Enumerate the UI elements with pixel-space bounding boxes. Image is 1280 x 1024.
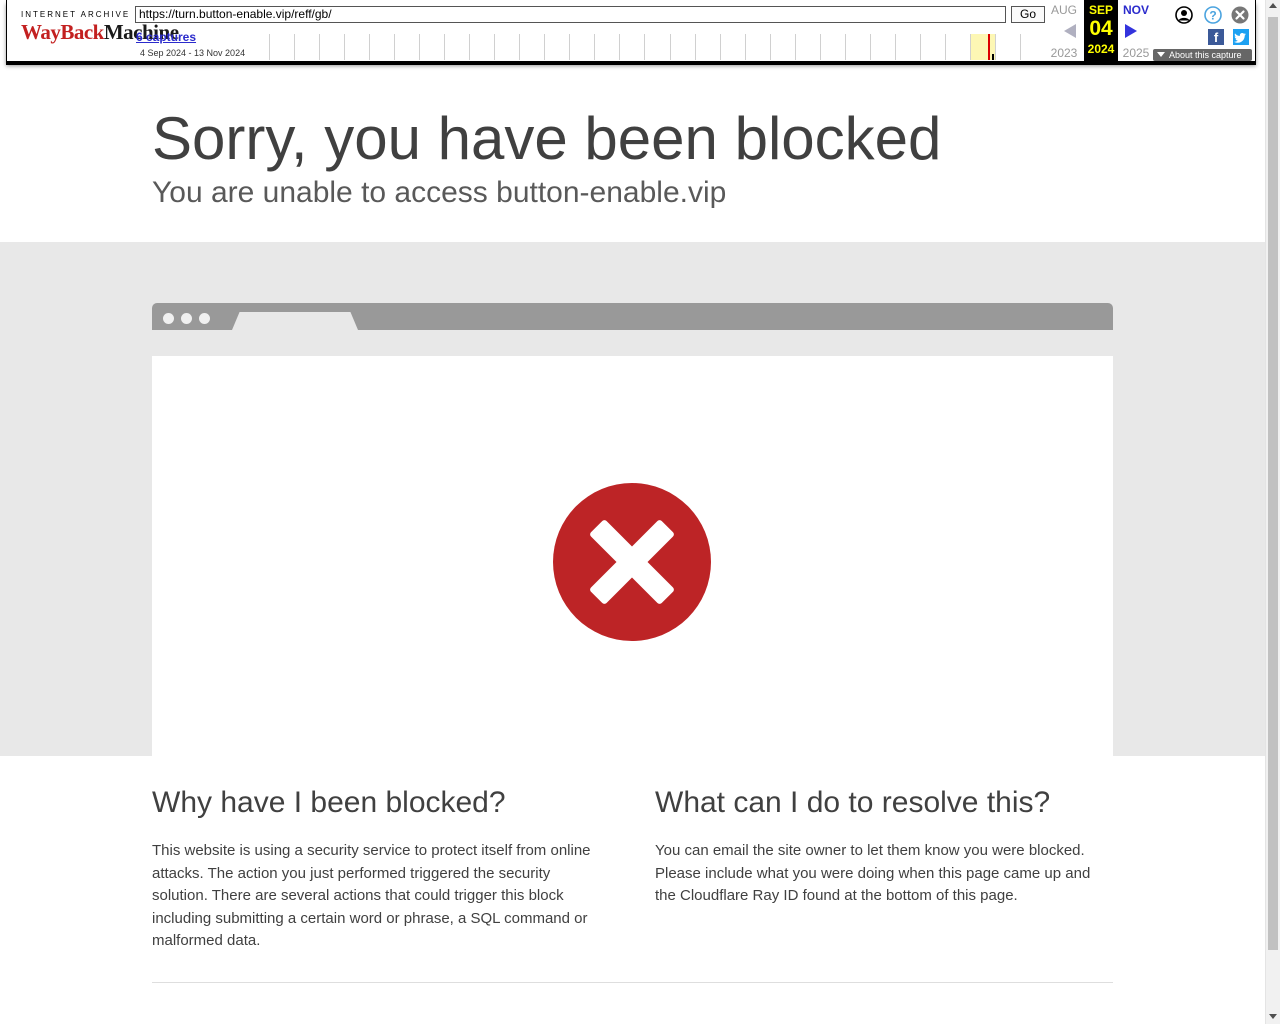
sparkline-year-cell[interactable]: [494, 34, 519, 60]
sparkline-year-cell[interactable]: [444, 34, 469, 60]
error-x-icon: [553, 483, 711, 641]
about-capture-button[interactable]: About this capture: [1153, 49, 1252, 61]
scrollbar-thumb[interactable]: [1268, 17, 1278, 950]
resolve-heading: What can I do to resolve this?: [655, 786, 1051, 819]
sparkline-year-cell[interactable]: [1019, 34, 1045, 60]
dropdown-triangle-icon: [1157, 52, 1165, 57]
sparkline-year-cell[interactable]: [569, 34, 594, 60]
sparkline-year-cell[interactable]: [944, 34, 970, 60]
sparkline-year-cell[interactable]: [644, 34, 669, 60]
wayback-url-input[interactable]: https://turn.button-enable.vip/reff/gb/: [135, 6, 1006, 23]
page-subtitle: You are unable to access button-enable.v…: [152, 176, 727, 209]
scroll-down-arrow-icon[interactable]: [1269, 1014, 1277, 1019]
next-capture-arrow-icon[interactable]: [1125, 24, 1137, 38]
close-icon[interactable]: [1231, 6, 1249, 24]
next-month-link[interactable]: NOV: [1119, 3, 1153, 17]
browser-mock-tab: [232, 312, 358, 330]
prev-capture-arrow-icon[interactable]: [1064, 24, 1076, 38]
sparkline-year-cell[interactable]: [969, 34, 995, 60]
captures-date-range: 4 Sep 2024 - 13 Nov 2024: [140, 48, 246, 58]
why-blocked-text: This website is using a security service…: [152, 842, 591, 949]
sparkline-year-cell[interactable]: [694, 34, 720, 60]
resolve-text: You can email the site owner to let them…: [655, 842, 1091, 904]
next-year-link[interactable]: 2025: [1119, 46, 1153, 60]
wayback-logo[interactable]: INTERNET ARCHIVE WayBackMachine: [21, 10, 179, 50]
sparkline-year-cell[interactable]: [819, 34, 845, 60]
sparkline-year-cell[interactable]: [794, 34, 820, 60]
page-title: Sorry, you have been blocked: [152, 105, 942, 172]
scroll-up-arrow-icon[interactable]: [1269, 3, 1277, 8]
twitter-share-icon[interactable]: [1233, 29, 1249, 45]
current-day: 04: [1089, 17, 1113, 40]
sparkline-year-cell[interactable]: [769, 34, 795, 60]
sparkline-year-cell[interactable]: [744, 34, 770, 60]
sparkline-year-cell[interactable]: [369, 34, 394, 60]
user-account-icon[interactable]: [1175, 6, 1193, 24]
go-button[interactable]: Go: [1011, 6, 1045, 23]
current-capture-marker: [987, 34, 990, 60]
sparkline-year-cell[interactable]: [269, 34, 294, 60]
current-capture-date: SEP 04 2024: [1084, 0, 1118, 62]
sparkline-year-cell[interactable]: [869, 34, 895, 60]
sparkline-year-cell[interactable]: [469, 34, 494, 60]
sparkline-year-cell[interactable]: [619, 34, 644, 60]
sparkline-year-cell[interactable]: [894, 34, 920, 60]
vertical-scrollbar[interactable]: [1265, 0, 1280, 1024]
wayback-machine-wordmark: WayBackMachine: [21, 20, 179, 44]
internet-archive-label: INTERNET ARCHIVE: [21, 10, 131, 19]
sparkline-year-cell[interactable]: [594, 34, 619, 60]
window-dot-icon: [163, 313, 174, 324]
browser-mock-titlebar: [152, 303, 1113, 330]
wayback-toolbar: INTERNET ARCHIVE WayBackMachine https://…: [6, 0, 1256, 62]
sparkline-year-cell[interactable]: [344, 34, 369, 60]
sparkline-year-cell[interactable]: [544, 34, 569, 60]
current-month: SEP: [1088, 3, 1113, 17]
facebook-share-icon[interactable]: f: [1208, 29, 1224, 45]
capture-bar: [991, 54, 994, 60]
svg-text:?: ?: [1209, 9, 1216, 23]
sparkline-year-cell[interactable]: [844, 34, 870, 60]
prev-month-link[interactable]: AUG: [1047, 3, 1081, 17]
current-year: 2024: [1087, 42, 1115, 56]
sparkline-year-cell[interactable]: [994, 34, 1020, 60]
prev-year-link[interactable]: 2023: [1047, 46, 1081, 60]
why-blocked-heading: Why have I been blocked?: [152, 786, 506, 819]
sparkline-year-cell[interactable]: [519, 34, 544, 60]
capture-sparkline[interactable]: [269, 34, 1045, 60]
captures-link[interactable]: 6 captures: [136, 30, 196, 44]
sparkline-year-cell[interactable]: [319, 34, 344, 60]
sparkline-year-cell[interactable]: [294, 34, 319, 60]
sparkline-year-cell[interactable]: [419, 34, 444, 60]
help-icon[interactable]: ?: [1204, 6, 1222, 24]
sparkline-year-cell[interactable]: [669, 34, 695, 60]
window-dot-icon: [199, 313, 210, 324]
sparkline-year-cell[interactable]: [719, 34, 745, 60]
window-dot-icon: [181, 313, 192, 324]
footer-divider: [152, 982, 1113, 983]
sparkline-year-cell[interactable]: [919, 34, 945, 60]
sparkline-year-cell[interactable]: [394, 34, 419, 60]
